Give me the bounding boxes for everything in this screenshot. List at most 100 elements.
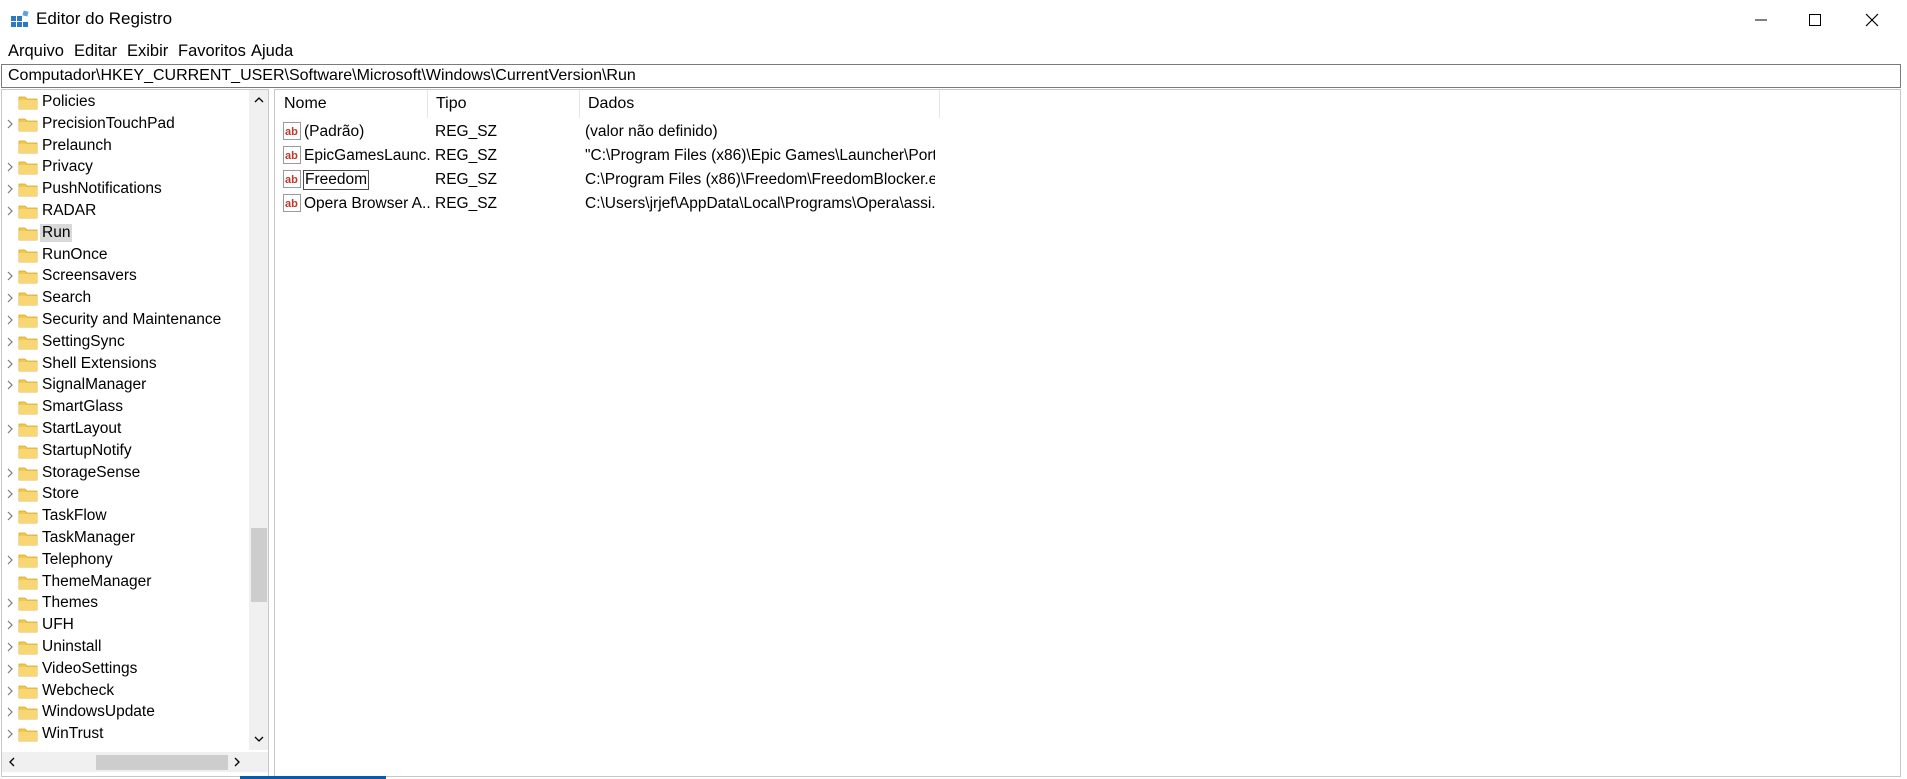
close-icon <box>1865 13 1879 27</box>
string-value-icon: ab <box>283 194 301 212</box>
column-separator[interactable] <box>939 90 940 118</box>
folder-icon <box>18 140 38 153</box>
tree-item[interactable]: StartLayout <box>2 418 248 440</box>
tree-item[interactable]: PushNotifications <box>2 178 248 200</box>
menu-arquivo[interactable]: Arquivo <box>8 42 64 61</box>
close-button[interactable] <box>1843 0 1901 40</box>
expand-chevron-icon[interactable] <box>5 117 15 131</box>
list-row[interactable]: ab Opera Browser A... REG_SZ C:\Users\jrjef… <box>275 192 935 216</box>
list-row[interactable]: ab Freedom REG_SZ C:\Program Files (x86)\Fr… <box>275 168 935 192</box>
tree-item[interactable]: Store <box>2 483 248 505</box>
expand-chevron-icon[interactable] <box>5 662 15 676</box>
tree-item[interactable]: StartupNotify <box>2 440 248 462</box>
expand-chevron-icon[interactable] <box>5 182 15 196</box>
tree-horizontal-scrollbar[interactable] <box>2 752 249 772</box>
scroll-up-icon[interactable] <box>252 93 266 107</box>
list-row[interactable]: ab (Padrão) REG_SZ (valor não definido) <box>275 120 935 144</box>
value-list[interactable]: Nome Tipo Dados ab (Padrão) REG_SZ (valor n… <box>274 89 1901 777</box>
tree-item[interactable]: SignalManager <box>2 374 248 396</box>
folder-icon <box>18 728 38 742</box>
tree-item[interactable]: WinTrust <box>2 723 248 745</box>
tree-item[interactable]: Privacy <box>2 156 248 178</box>
expand-chevron-icon[interactable] <box>5 160 15 174</box>
tree-vertical-scrollbar[interactable] <box>249 90 268 750</box>
tree-item-label: Uninstall <box>42 638 102 655</box>
tree-item-label: PushNotifications <box>42 180 162 198</box>
expand-chevron-icon[interactable] <box>5 422 15 436</box>
folder-icon <box>18 467 38 480</box>
tree-item-label: RunOnce <box>42 245 108 263</box>
expand-chevron-icon[interactable] <box>5 596 15 610</box>
tree-item[interactable]: Prelaunch <box>2 135 248 157</box>
tree-item[interactable]: TaskManager <box>2 527 248 549</box>
tree-horizontal-scroll-thumb[interactable] <box>96 755 228 770</box>
tree-item[interactable]: UFH <box>2 614 248 636</box>
expand-chevron-icon[interactable] <box>5 640 15 654</box>
expand-chevron-icon[interactable] <box>5 204 15 218</box>
expand-chevron-icon[interactable] <box>5 705 15 719</box>
tree-item-label: Shell Extensions <box>42 354 157 372</box>
tree-item[interactable]: ThemeManager <box>2 571 248 593</box>
key-tree[interactable]: WinTrust WindowsUpdate Webcheck VideoSettin… <box>1 89 269 777</box>
scroll-right-icon[interactable] <box>230 755 244 769</box>
tree-item-label: SettingSync <box>42 332 125 350</box>
scroll-down-icon[interactable] <box>252 732 266 746</box>
expand-chevron-icon[interactable] <box>5 378 15 392</box>
menu-ajuda[interactable]: Ajuda <box>251 42 293 61</box>
tree-item[interactable]: TaskFlow <box>2 505 248 527</box>
tree-item-label: TaskFlow <box>42 507 107 525</box>
tree-item[interactable]: Shell Extensions <box>2 353 248 375</box>
scroll-left-icon[interactable] <box>5 755 19 769</box>
tree-item[interactable]: Themes <box>2 592 248 614</box>
expand-chevron-icon[interactable] <box>5 509 15 523</box>
expand-chevron-icon[interactable] <box>5 313 15 327</box>
tree-item-label: Prelaunch <box>42 136 112 154</box>
tree-item-label: Run <box>40 223 73 242</box>
menu-exibir[interactable]: Exibir <box>127 42 168 61</box>
menu-favoritos[interactable]: Favoritos <box>178 42 246 61</box>
tree-item[interactable]: StorageSense <box>2 462 248 484</box>
expand-chevron-icon[interactable] <box>5 487 15 501</box>
minimize-button[interactable] <box>1732 0 1790 40</box>
expand-chevron-icon[interactable] <box>5 291 15 305</box>
expand-chevron-icon[interactable] <box>5 618 15 632</box>
column-header-type[interactable]: Tipo <box>427 90 579 118</box>
tree-item[interactable]: RADAR <box>2 200 248 222</box>
tree-item-label: StartLayout <box>42 420 122 437</box>
tree-item[interactable]: WindowsUpdate <box>2 701 248 723</box>
tree-item[interactable]: Policies <box>2 91 248 113</box>
expand-chevron-icon[interactable] <box>5 684 15 698</box>
tree-item[interactable]: Security and Maintenance <box>2 309 248 331</box>
column-header-name[interactable]: Nome <box>275 90 427 118</box>
column-header-data[interactable]: Dados <box>579 90 939 118</box>
svg-text:ab: ab <box>285 198 298 210</box>
expand-chevron-icon[interactable] <box>5 335 15 349</box>
expand-chevron-icon[interactable] <box>5 553 15 567</box>
tree-item[interactable]: VideoSettings <box>2 658 248 680</box>
tree-item[interactable]: PrecisionTouchPad <box>2 113 248 135</box>
tree-item[interactable]: SettingSync <box>2 331 248 353</box>
tree-item[interactable]: RunOnce <box>2 244 248 266</box>
folder-icon <box>18 510 38 524</box>
tree-item-label: StartupNotify <box>42 441 132 459</box>
folder-icon <box>18 118 38 132</box>
tree-item[interactable]: Uninstall <box>2 636 248 658</box>
tree-item[interactable]: Run <box>2 222 248 244</box>
tree-vertical-scroll-thumb[interactable] <box>251 528 267 602</box>
svg-text:ab: ab <box>285 126 298 138</box>
tree-item[interactable]: Webcheck <box>2 680 248 702</box>
expand-chevron-icon[interactable] <box>5 357 15 371</box>
list-row[interactable]: ab EpicGamesLaunc... REG_SZ "C:\Program Fil… <box>275 144 935 168</box>
address-bar[interactable]: Computador\HKEY_CURRENT_USER\Software\Mi… <box>1 64 1901 88</box>
menu-editar[interactable]: Editar <box>74 42 117 61</box>
tree-item[interactable]: Search <box>2 287 248 309</box>
value-name: Freedom <box>302 170 370 190</box>
expand-chevron-icon[interactable] <box>5 466 15 480</box>
value-type: REG_SZ <box>435 147 498 164</box>
maximize-button[interactable] <box>1786 0 1844 40</box>
tree-item[interactable]: SmartGlass <box>2 396 248 418</box>
tree-item[interactable]: Screensavers <box>2 265 248 287</box>
expand-chevron-icon[interactable] <box>5 269 15 283</box>
tree-item[interactable]: Telephony <box>2 549 248 571</box>
expand-chevron-icon[interactable] <box>5 727 15 741</box>
